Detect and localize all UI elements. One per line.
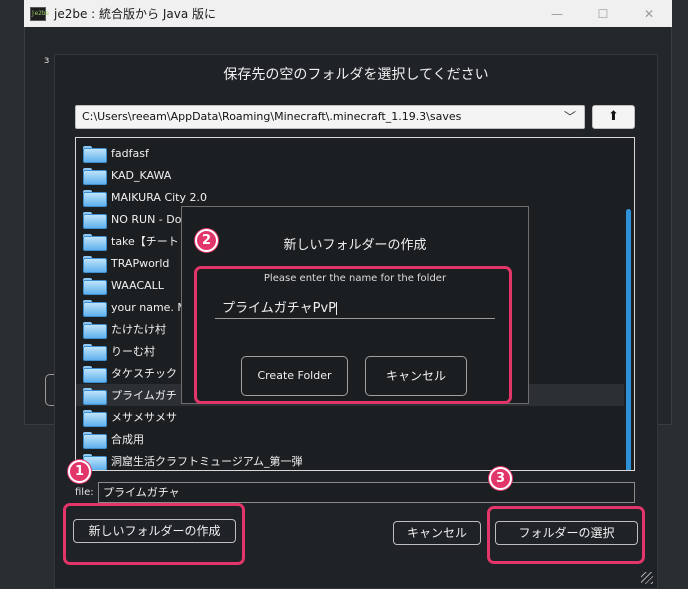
path-dropdown[interactable]: C:\Users\reeam\AppData\Roaming\Minecraft…	[75, 105, 585, 129]
folder-name: take【チート	[111, 235, 179, 248]
folder-name: 洞窟生活クラフトミュージアム_第一弾	[111, 455, 303, 468]
file-label: file:	[75, 487, 94, 498]
step-badge-1: 1	[68, 460, 91, 483]
folder-name: たけたけ村	[111, 323, 166, 336]
highlight-modal-form	[194, 266, 512, 404]
folder-icon	[83, 387, 107, 405]
folder-icon	[83, 277, 107, 295]
dialog-title: 保存先の空のフォルダを選択してください	[223, 67, 489, 83]
folder-name: KAD_KAWA	[111, 168, 172, 182]
folder-name: WAACALL	[111, 278, 164, 292]
highlight-new-folder	[63, 503, 245, 565]
folder-name: プライムガチ	[111, 389, 177, 402]
folder-name: タケスチック	[111, 367, 177, 380]
folder-name: メサメサメサ	[111, 411, 177, 424]
highlight-select-folder	[487, 506, 645, 564]
folder-name: fadfasf	[111, 146, 149, 160]
close-button[interactable]: ✕	[626, 0, 672, 27]
folder-icon	[83, 343, 107, 361]
folder-name: MAIKURA City 2.0	[111, 190, 207, 204]
maximize-button[interactable]: ☐	[580, 0, 626, 27]
folder-list-item[interactable]: メサメサメサ	[76, 406, 624, 428]
step-badge-3: 3	[489, 467, 512, 490]
folder-list-item[interactable]: MAIKURA City 2.0	[76, 186, 624, 208]
folder-icon	[83, 145, 107, 163]
step-badge-2: 2	[195, 229, 218, 252]
path-value: C:\Users\reeam\AppData\Roaming\Minecraft…	[82, 110, 462, 123]
list-scrollbar[interactable]	[625, 139, 633, 470]
folder-icon	[83, 299, 107, 317]
scrollbar-thumb[interactable]	[626, 209, 631, 470]
folder-name: 合成用	[111, 433, 144, 446]
folder-list-item[interactable]: 合成用	[76, 428, 624, 450]
modal-title: 新しいフォルダーの作成	[283, 238, 427, 253]
resize-grip[interactable]	[641, 572, 653, 584]
folder-icon	[83, 255, 107, 273]
chevron-down-icon[interactable]: ﹀	[564, 106, 576, 128]
background-text-fragment: з	[44, 55, 50, 66]
folder-icon	[83, 189, 107, 207]
app-icon: je2be	[30, 6, 49, 21]
arrow-up-icon: ⬆	[608, 109, 619, 124]
folder-icon	[83, 167, 107, 185]
folder-icon	[83, 409, 107, 427]
folder-name: りーむ村	[111, 345, 155, 358]
up-directory-button[interactable]: ⬆	[592, 105, 635, 129]
window-titlebar: je2be je2be : 統合版から Java 版に — ☐ ✕	[24, 0, 672, 27]
folder-name: your name. Mi	[111, 300, 190, 314]
folder-icon	[83, 233, 107, 251]
folder-name: TRAPworld	[111, 256, 170, 270]
minimize-button[interactable]: —	[534, 0, 580, 27]
folder-list-item[interactable]: KAD_KAWA	[76, 164, 624, 186]
folder-icon	[83, 211, 107, 229]
folder-icon	[83, 321, 107, 339]
folder-list-item[interactable]: 洞窟生活クラフトミュージアム_第一弾	[76, 450, 624, 470]
folder-icon	[83, 365, 107, 383]
cancel-button[interactable]: キャンセル	[393, 521, 481, 545]
file-name-input[interactable]: プライムガチャ	[98, 482, 635, 503]
folder-list-item[interactable]: fadfasf	[76, 142, 624, 164]
window-title: je2be : 統合版から Java 版に	[54, 7, 217, 21]
folder-icon	[83, 431, 107, 449]
